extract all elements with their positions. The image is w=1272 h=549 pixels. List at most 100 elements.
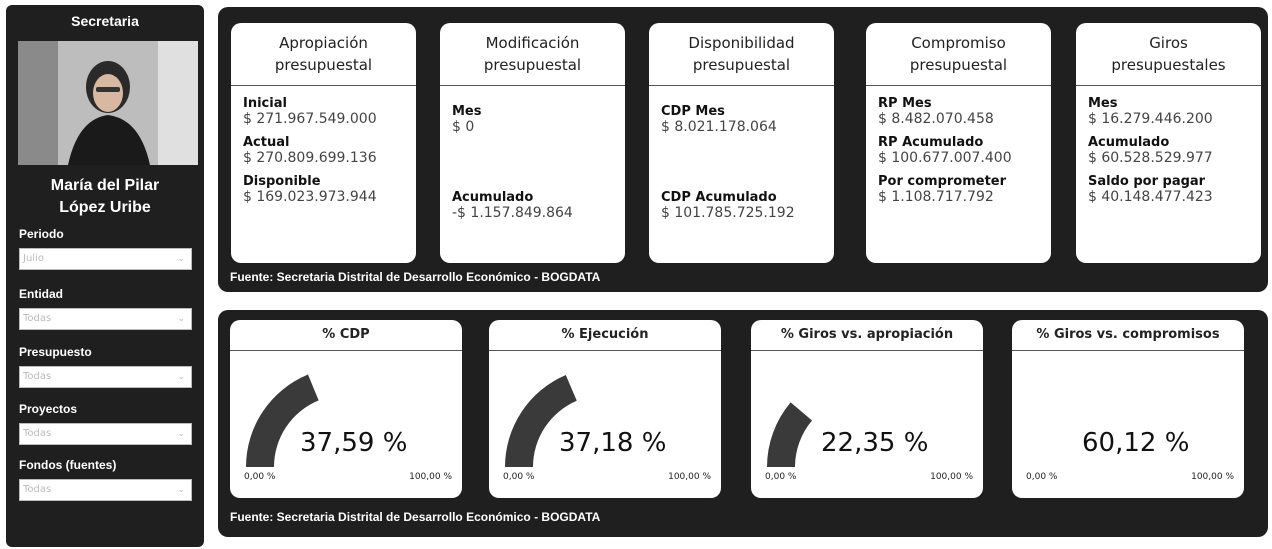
gauge-min-label: 0,00 % [503, 472, 535, 482]
profile-photo [18, 41, 198, 165]
gauge-title: % Giros vs. apropiación [751, 320, 983, 351]
kpi-card-title: Modificación presupuestal [440, 23, 625, 86]
kpi-value: $ 169.023.973.944 [243, 189, 377, 205]
kpi-title-line2: presupuestal [274, 56, 373, 74]
kpi-label: Inicial [243, 96, 287, 111]
chevron-down-icon: ⌄ [177, 485, 185, 495]
filter-value-proyectos: Todas [23, 428, 52, 439]
kpi-label: RP Mes [878, 96, 932, 111]
filter-label-entidad: Entidad [19, 287, 63, 301]
kpi-label: Mes [1088, 96, 1118, 111]
filter-select-periodo[interactable]: Julio ⌄ [19, 248, 192, 270]
kpi-value: -$ 1.157.849.864 [452, 205, 573, 221]
kpi-label: Acumulado [452, 190, 534, 205]
sidebar-title: Secretaria [71, 13, 139, 29]
filter-select-fondos[interactable]: Todas ⌄ [19, 479, 192, 501]
kpi-label: Saldo por pagar [1088, 174, 1206, 189]
kpi-value: $ 270.809.699.136 [243, 150, 377, 166]
kpi-title-line1: Disponibilidad [688, 34, 795, 52]
filter-value-presupuesto: Todas [23, 371, 52, 382]
kpi-label: Por comprometer [878, 174, 1007, 189]
kpi-value: $ 0 [452, 119, 475, 135]
kpi-label: Acumulado [1088, 135, 1170, 150]
kpi-card-modificacion: Modificación presupuestal Mes $ 0 Acumul… [440, 23, 625, 263]
gauge-max-label: 100,00 % [409, 472, 452, 482]
filter-value-fondos: Todas [23, 484, 52, 495]
gauge-value: 22,35 % [821, 428, 929, 458]
filter-select-entidad[interactable]: Todas ⌄ [19, 308, 192, 330]
chevron-down-icon: ⌄ [177, 429, 185, 439]
kpi-card-compromiso: Compromiso presupuestal RP Mes $ 8.482.0… [866, 23, 1051, 263]
gauge-panel: % CDP 37,59 % 0,00 % 100,00 % % Ejecució… [218, 310, 1268, 537]
filter-label-fondos: Fondos (fuentes) [19, 458, 117, 472]
gauge-arc [767, 402, 813, 467]
kpi-title-line2: presupuestal [909, 56, 1008, 74]
source-note-bottom: Fuente: Secretaria Distrital de Desarrol… [230, 510, 601, 524]
kpi-card-title: Giros presupuestales [1076, 23, 1261, 86]
gauge-title: % CDP [230, 320, 462, 351]
gauge-min-label: 0,00 % [765, 472, 797, 482]
kpi-card-body: Mes $ 0 Acumulado -$ 1.157.849.864 [440, 86, 625, 263]
kpi-title-line1: Apropiación [279, 34, 368, 52]
kpi-card-apropiacion: Apropiación presupuestal Inicial $ 271.9… [231, 23, 416, 263]
kpi-title-line2: presupuestales [1111, 56, 1226, 74]
kpi-title-line1: Giros [1149, 34, 1188, 52]
filter-label-presupuesto: Presupuesto [19, 345, 92, 359]
gauge-value: 60,12 % [1082, 428, 1190, 458]
person-name-line2: López Uribe [59, 199, 151, 216]
gauge-min-label: 0,00 % [244, 472, 276, 482]
kpi-title-line2: presupuestal [483, 56, 582, 74]
filter-select-proyectos[interactable]: Todas ⌄ [19, 423, 192, 445]
kpi-value: $ 40.148.477.423 [1088, 189, 1213, 205]
person-photo-icon [18, 41, 198, 165]
chevron-down-icon: ⌄ [177, 314, 185, 324]
filter-label-periodo: Periodo [19, 227, 64, 241]
kpi-label: Mes [452, 104, 482, 119]
gauge-value: 37,18 % [559, 428, 667, 458]
chevron-down-icon: ⌄ [177, 254, 185, 264]
kpi-card-title: Disponibilidad presupuestal [649, 23, 834, 86]
kpi-label: CDP Mes [661, 104, 725, 119]
kpi-value: $ 101.785.725.192 [661, 205, 795, 221]
person-name-line1: María del Pilar [50, 177, 160, 194]
filter-label-proyectos: Proyectos [19, 402, 78, 416]
gauge-card-giros-apropiacion: % Giros vs. apropiación 22,35 % 0,00 % 1… [751, 320, 983, 498]
gauge-value: 37,59 % [300, 428, 408, 458]
kpi-label: RP Acumulado [878, 135, 984, 150]
gauge-card-ejecucion: % Ejecución 37,18 % 0,00 % 100,00 % [489, 320, 721, 498]
gauge-title: % Ejecución [489, 320, 721, 351]
kpi-card-body: Inicial $ 271.967.549.000 Actual $ 270.8… [231, 86, 416, 263]
kpi-title-line1: Compromiso [911, 34, 1006, 52]
gauge-max-label: 100,00 % [668, 472, 711, 482]
sidebar: Secretaria María del Pilar López Uribe P… [6, 5, 204, 547]
kpi-value: $ 8.021.178.064 [661, 119, 777, 135]
source-note-top: Fuente: Secretaria Distrital de Desarrol… [230, 270, 601, 284]
gauge-min-label: 0,00 % [1026, 472, 1058, 482]
kpi-card-body: CDP Mes $ 8.021.178.064 CDP Acumulado $ … [649, 86, 834, 263]
kpi-title-line2: presupuestal [692, 56, 791, 74]
filter-select-presupuesto[interactable]: Todas ⌄ [19, 366, 192, 388]
kpi-card-body: RP Mes $ 8.482.070.458 RP Acumulado $ 10… [866, 86, 1051, 263]
filter-value-periodo: Julio [23, 253, 44, 264]
gauge-title: % Giros vs. compromisos [1012, 320, 1244, 351]
kpi-label: Actual [243, 135, 290, 150]
kpi-value: $ 271.967.549.000 [243, 111, 377, 127]
chevron-down-icon: ⌄ [177, 372, 185, 382]
kpi-card-title: Compromiso presupuestal [866, 23, 1051, 86]
kpi-panel: Apropiación presupuestal Inicial $ 271.9… [218, 7, 1268, 292]
gauge-max-label: 100,00 % [930, 472, 973, 482]
kpi-value: $ 8.482.070.458 [878, 111, 994, 127]
kpi-value: $ 60.528.529.977 [1088, 150, 1213, 166]
person-name: María del Pilar López Uribe [6, 175, 204, 219]
kpi-value: $ 16.279.446.200 [1088, 111, 1213, 127]
kpi-card-body: Mes $ 16.279.446.200 Acumulado $ 60.528.… [1076, 86, 1261, 263]
kpi-card-disponibilidad: Disponibilidad presupuestal CDP Mes $ 8.… [649, 23, 834, 263]
kpi-label: Disponible [243, 174, 321, 189]
kpi-value: $ 100.677.007.400 [878, 150, 1012, 166]
filter-value-entidad: Todas [23, 313, 52, 324]
gauge-max-label: 100,00 % [1191, 472, 1234, 482]
gauge-card-giros-compromisos: % Giros vs. compromisos 60,12 % 0,00 % 1… [1012, 320, 1244, 498]
kpi-card-title: Apropiación presupuestal [231, 23, 416, 86]
kpi-label: CDP Acumulado [661, 190, 777, 205]
kpi-value: $ 1.108.717.792 [878, 189, 994, 205]
